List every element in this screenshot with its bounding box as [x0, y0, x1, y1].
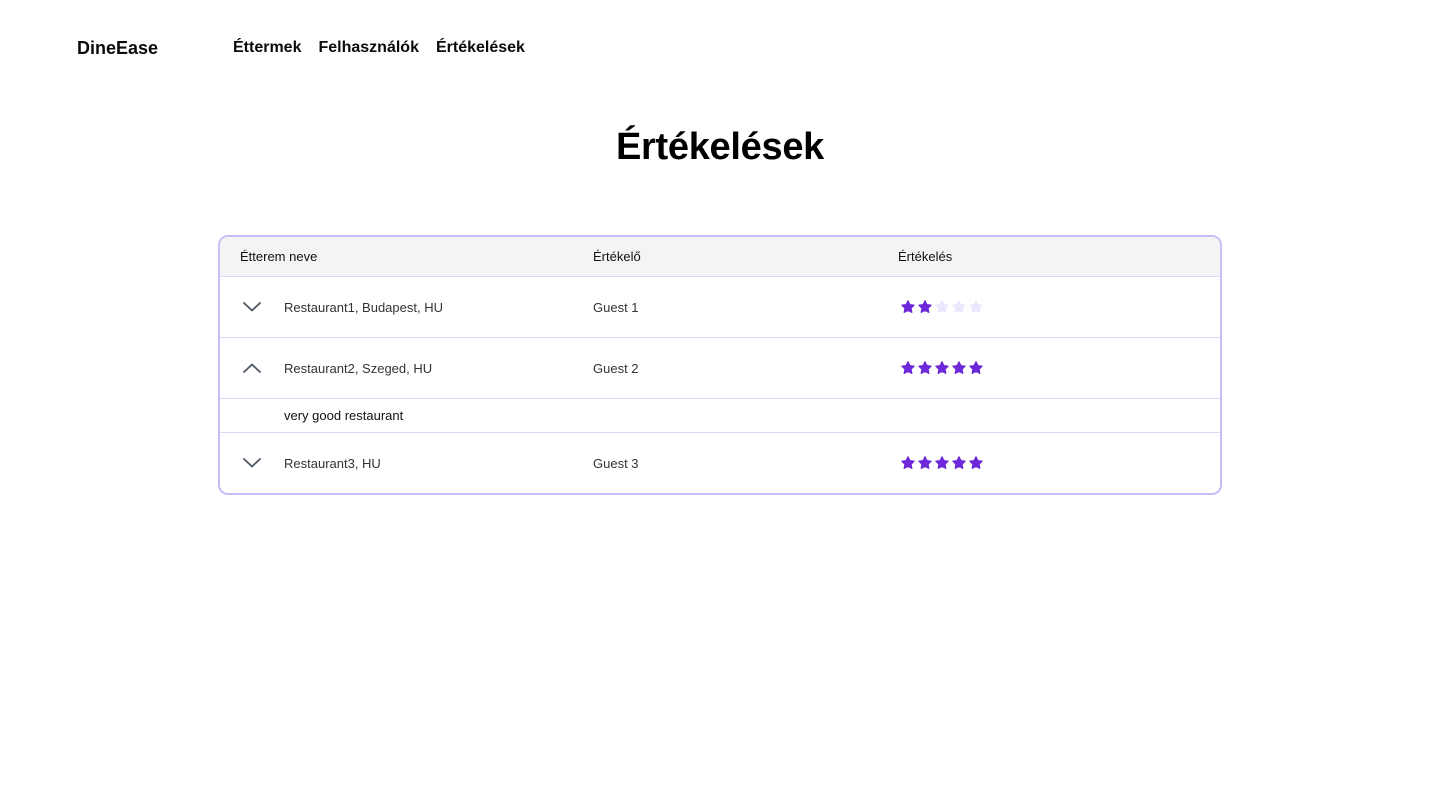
star-rating — [901, 456, 983, 470]
nav-links: Éttermek Felhasználók Értékelések — [233, 39, 525, 57]
table-header: Étterem neve Értékelő Értékelés — [220, 237, 1220, 277]
chevron-down-icon[interactable] — [242, 453, 262, 473]
review-comment: very good restaurant — [284, 408, 404, 423]
restaurant-name: Restaurant1, Budapest, HU — [284, 299, 443, 315]
table-row[interactable]: Restaurant1, Budapest, HU Guest 1 — [220, 277, 1220, 338]
star-filled-icon — [935, 361, 949, 374]
review-comment-row: very good restaurant — [220, 399, 1220, 433]
nav-link-reviews[interactable]: Értékelések — [436, 39, 525, 57]
star-filled-icon — [952, 456, 966, 469]
top-navigation: DineEase Éttermek Felhasználók Értékelés… — [77, 36, 525, 60]
reviews-table: Étterem neve Értékelő Értékelés Restaura… — [218, 235, 1222, 495]
star-filled-icon — [952, 361, 966, 374]
table-row[interactable]: Restaurant2, Szeged, HU Guest 2 — [220, 338, 1220, 399]
restaurant-name: Restaurant3, HU — [284, 455, 381, 471]
star-filled-icon — [901, 361, 915, 374]
brand-logo[interactable]: DineEase — [77, 38, 233, 59]
star-empty-icon — [952, 300, 966, 313]
column-header-rating: Értékelés — [898, 249, 953, 264]
nav-link-users[interactable]: Felhasználók — [318, 39, 418, 57]
star-filled-icon — [901, 300, 915, 313]
star-filled-icon — [918, 361, 932, 374]
star-rating — [901, 361, 983, 375]
star-empty-icon — [935, 300, 949, 313]
column-header-restaurant-name: Étterem neve — [240, 249, 318, 264]
table-row[interactable]: Restaurant3, HU Guest 3 — [220, 433, 1220, 493]
page-title: Értékelések — [616, 126, 824, 168]
column-header-rater: Értékelő — [593, 249, 641, 264]
star-rating — [901, 300, 983, 314]
rater-name: Guest 3 — [593, 455, 639, 471]
star-filled-icon — [918, 456, 932, 469]
star-filled-icon — [918, 300, 932, 313]
chevron-up-icon[interactable] — [242, 358, 262, 378]
star-filled-icon — [901, 456, 915, 469]
rater-name: Guest 1 — [593, 299, 639, 315]
star-empty-icon — [969, 300, 983, 313]
chevron-down-icon[interactable] — [242, 297, 262, 317]
star-filled-icon — [969, 456, 983, 469]
nav-link-restaurants[interactable]: Éttermek — [233, 39, 301, 57]
star-filled-icon — [935, 456, 949, 469]
restaurant-name: Restaurant2, Szeged, HU — [284, 360, 433, 376]
star-filled-icon — [969, 361, 983, 374]
rater-name: Guest 2 — [593, 360, 639, 376]
